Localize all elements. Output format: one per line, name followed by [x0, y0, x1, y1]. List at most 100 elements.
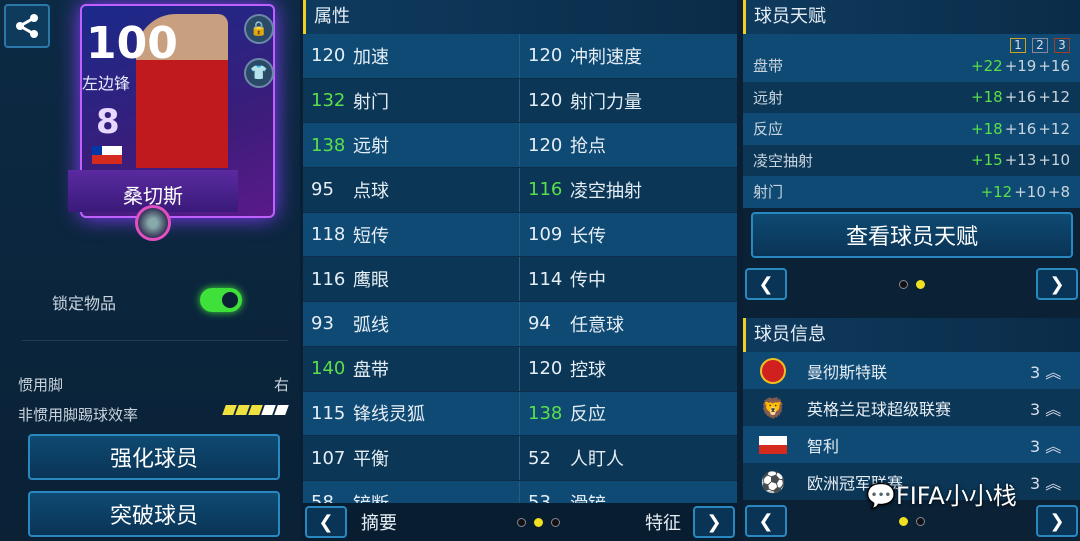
attribute-name: 冲刺速度 [570, 46, 642, 68]
attribute-cell: 53 滑铲 [520, 481, 737, 503]
next-page-label[interactable]: 特征 [645, 509, 681, 535]
info-text: 英格兰足球超级联赛 [807, 399, 952, 419]
page-indicator [517, 517, 560, 527]
prev-page-label[interactable]: 摘要 [361, 509, 397, 535]
attribute-value: 95 [311, 179, 334, 201]
attribute-row: 138 远射 120 抢点 [303, 123, 737, 169]
talent-bonus-3: +8 [1047, 182, 1070, 201]
info-title: 球员信息 [743, 318, 1080, 352]
page-dot [916, 517, 925, 526]
talent-bonus-2: +16 [1004, 119, 1037, 138]
attribute-value: 118 [311, 224, 346, 246]
chevron-up-icon: ︽ [1045, 473, 1062, 493]
share-button[interactable] [4, 4, 50, 48]
chile-flag-icon [753, 431, 793, 459]
attribute-name: 长传 [570, 225, 606, 247]
info-level: 3 ︽ [1030, 473, 1062, 493]
attribute-name: 铲断 [353, 490, 389, 503]
divider [22, 340, 288, 341]
talent-bonus-3: +16 [1038, 56, 1070, 75]
breakthrough-button[interactable]: 突破球员 [28, 491, 280, 537]
talent-bonus-3: +12 [1038, 88, 1070, 107]
attribute-value: 120 [311, 45, 346, 67]
side-panel: 球员天赋 123 盘带 +22 +19 +16 远射 +18 +16 +12 反应 +18 +16 +… [743, 0, 1080, 541]
preferred-foot-value: 右 [274, 376, 290, 394]
train-player-button[interactable]: 强化球员 [28, 434, 280, 480]
attribute-name: 加速 [353, 46, 389, 68]
attribute-row: 93 弧线 94 任意球 [303, 302, 737, 347]
attribute-row: 132 射门 120 射门力量 [303, 78, 737, 124]
rank-badge: 8 [96, 102, 120, 142]
talent-name: 凌空抽射 [753, 151, 814, 170]
attribute-value: 53 [528, 492, 551, 503]
talent-row: 射门 +12 +10 +8 [743, 176, 1080, 208]
info-prev-button[interactable]: ❮ [745, 505, 787, 537]
attribute-name: 平衡 [353, 449, 389, 471]
attribute-value: 120 [528, 90, 563, 112]
watermark: 💬FIFA小小栈 [866, 482, 1017, 510]
kit-button[interactable]: 👕 [244, 58, 274, 88]
weak-foot-label: 非惯用脚踢球效率 [18, 406, 139, 424]
talent-list: 盘带 +22 +19 +16 远射 +18 +16 +12 反应 +18 +16 +12 凌空抽射 +15… [743, 50, 1080, 208]
attribute-name: 远射 [353, 136, 389, 158]
info-row[interactable]: 🦁 英格兰足球超级联赛 3 ︽ [743, 389, 1080, 426]
talent-bonus-1: +12 [980, 182, 1013, 201]
attribute-cell: 116 鹰眼 [303, 257, 520, 302]
talent-bonus-3: +10 [1038, 151, 1070, 170]
talent-name: 远射 [753, 88, 784, 107]
attribute-name: 射门 [353, 91, 389, 113]
talent-name: 反应 [753, 120, 784, 139]
chile-flag-icon [92, 146, 122, 164]
talent-level-tab[interactable]: 3 [1054, 38, 1070, 53]
wechat-icon: 💬 [866, 482, 896, 510]
lock-toggle[interactable] [200, 288, 242, 312]
chevron-up-icon: ︽ [1045, 436, 1062, 456]
attribute-name: 盘带 [353, 359, 389, 381]
attribute-cell: 93 弧线 [303, 302, 520, 346]
talent-level-tab[interactable]: 2 [1032, 38, 1048, 53]
info-next-button[interactable]: ❯ [1036, 505, 1078, 537]
attribute-name: 控球 [570, 359, 606, 381]
attribute-value: 138 [528, 402, 563, 424]
page-dot [551, 517, 560, 527]
info-row[interactable]: 智利 3 ︽ [743, 426, 1080, 463]
attribute-cell: 52 人盯人 [520, 436, 737, 480]
chevron-up-icon: ︽ [1045, 399, 1062, 419]
attribute-name: 人盯人 [570, 449, 624, 471]
talent-row: 凌空抽射 +15 +13 +10 [743, 144, 1080, 176]
attribute-value: 140 [311, 358, 346, 380]
attribute-cell: 58 铲断 [303, 480, 520, 503]
talent-next-button[interactable]: ❯ [1036, 268, 1078, 300]
player-rating: 100 [86, 18, 178, 69]
talent-bonus-2: +10 [1014, 182, 1046, 201]
attribute-row: 118 短传 109 长传 [303, 212, 737, 258]
attribute-row: 107 平衡 52 人盯人 [303, 436, 737, 481]
attribute-value: 115 [311, 402, 346, 424]
attribute-name: 凌空抽射 [570, 180, 642, 202]
view-talent-button[interactable]: 查看球员天赋 [751, 212, 1073, 258]
talent-title: 球员天赋 [743, 0, 1080, 34]
info-text: 智利 [807, 436, 840, 456]
talent-name: 盘带 [753, 57, 784, 76]
attribute-cell: 114 传中 [520, 257, 737, 301]
club-crest-icon [753, 357, 793, 385]
talent-prev-button[interactable]: ❮ [745, 268, 787, 300]
prev-page-button[interactable]: ❮ [305, 506, 347, 538]
info-level: 3 ︽ [1030, 399, 1062, 419]
attributes-grid: 120 加速 120 冲刺速度 132 射门 120 射门力量 138 远射 120 抢点 95 点球 11… [303, 34, 737, 503]
page-dot-active [916, 280, 925, 289]
attribute-cell: 132 射门 [303, 78, 520, 123]
attribute-cell: 138 远射 [303, 123, 520, 168]
attribute-cell: 138 反应 [520, 392, 737, 436]
attribute-name: 鹰眼 [353, 270, 389, 292]
next-page-button[interactable]: ❯ [693, 506, 735, 538]
league-logo-icon: 🦁 [760, 395, 786, 420]
info-row[interactable]: 曼彻斯特联 3 ︽ [743, 352, 1080, 389]
attribute-value: 120 [528, 45, 563, 67]
talent-row: 反应 +18 +16 +12 [743, 113, 1080, 145]
lock-button[interactable]: 🔒 [244, 14, 274, 44]
attributes-panel: 属性 120 加速 120 冲刺速度 132 射门 120 射门力量 138 远射 120 抢点 95 点… [303, 0, 737, 541]
attribute-value: 107 [311, 447, 346, 469]
attribute-cell: 107 平衡 [303, 436, 520, 480]
talent-level-tab[interactable]: 1 [1010, 38, 1026, 53]
